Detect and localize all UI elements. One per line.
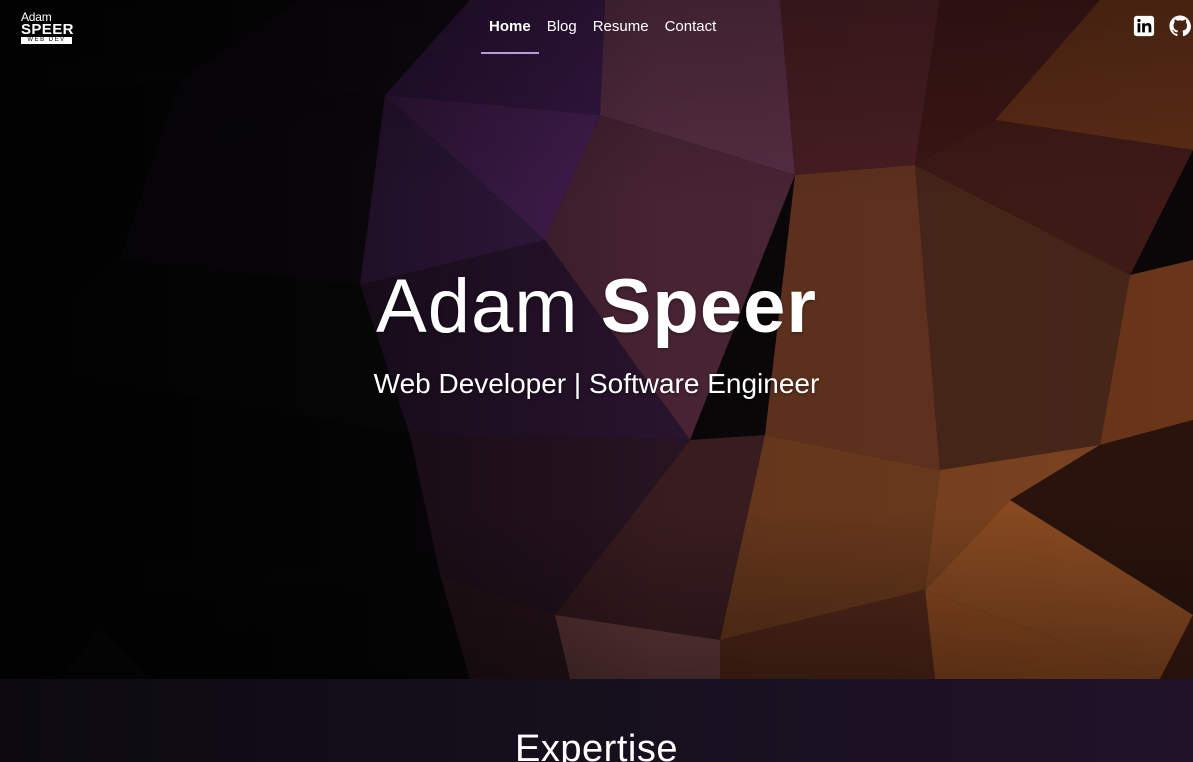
hero-last-name: Speer: [600, 264, 817, 349]
hero-first-name: Adam: [376, 264, 579, 349]
nav-item-resume[interactable]: Resume: [585, 0, 657, 54]
github-icon[interactable]: [1169, 15, 1191, 37]
site-logo[interactable]: Adam SPEER WEB DEV: [21, 11, 74, 44]
hero-section: Adam SPEER WEB DEV Home Blog Resume Cont…: [0, 0, 1193, 679]
nav-item-home[interactable]: Home: [481, 0, 539, 54]
nav-item-blog[interactable]: Blog: [539, 0, 585, 54]
hero-title: Adam Speer: [0, 262, 1193, 352]
linkedin-icon[interactable]: [1133, 15, 1155, 37]
section-heading: Expertise: [515, 728, 678, 762]
social-links: [1133, 15, 1191, 37]
expertise-section: Expertise: [0, 679, 1193, 762]
main-nav: Home Blog Resume Contact: [481, 0, 724, 54]
logo-line-tagline: WEB DEV: [21, 37, 72, 44]
logo-line-last: SPEER: [21, 21, 74, 38]
hero-subtitle: Web Developer | Software Engineer: [373, 368, 820, 399]
nav-item-contact[interactable]: Contact: [657, 0, 725, 54]
